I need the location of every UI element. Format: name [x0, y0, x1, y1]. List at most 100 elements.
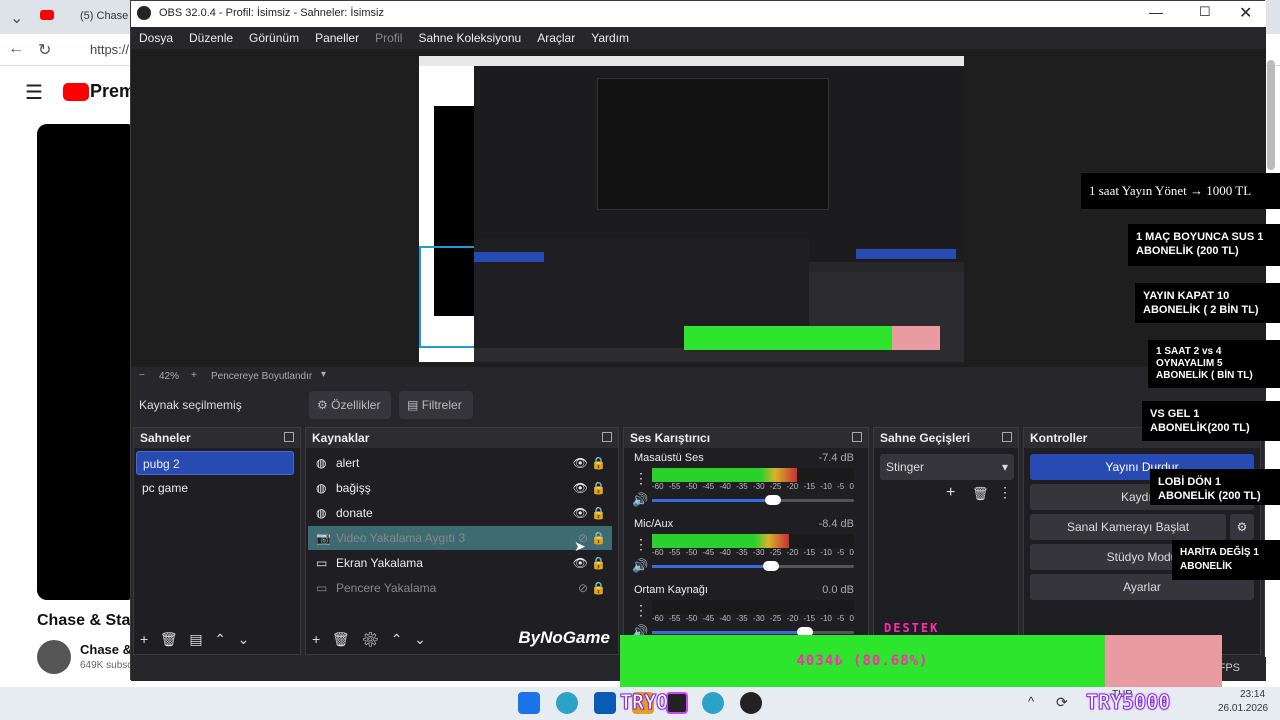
menu-duzenle[interactable]: Düzenle: [181, 27, 241, 49]
zoom-in-button[interactable]: +: [191, 370, 197, 381]
move-down-icon[interactable]: ⌄: [414, 631, 426, 647]
float-icon[interactable]: [1002, 432, 1012, 442]
donation-note: 1 SAAT 2 vs 4 OYNAYALIM 5 ABONELİK ( BİN…: [1148, 340, 1280, 388]
channel-name: Masaüstü Ses: [634, 452, 704, 464]
more-options-icon[interactable]: ⋮: [998, 484, 1012, 501]
menu-gorunum[interactable]: Görünüm: [241, 27, 307, 49]
back-arrow-icon[interactable]: ←: [8, 40, 24, 58]
clock-date[interactable]: 26.01.2026: [1218, 703, 1268, 714]
store-icon[interactable]: [594, 692, 616, 714]
zoom-dropdown-icon[interactable]: ▾: [321, 369, 326, 380]
lock-icon[interactable]: 🔒: [591, 476, 606, 500]
menu-sahne-koleksiyonu[interactable]: Sahne Koleksiyonu: [410, 27, 529, 49]
gear-icon[interactable]: ⚙: [361, 631, 379, 647]
windows-start-icon[interactable]: [518, 692, 540, 714]
add-icon[interactable]: +: [140, 631, 148, 647]
slider-handle[interactable]: [762, 561, 779, 571]
move-down-icon[interactable]: ⌄: [238, 631, 250, 647]
source-item[interactable]: ◍ donate 👁 🔒: [308, 501, 612, 525]
zoom-out-button[interactable]: −: [139, 370, 145, 381]
source-item[interactable]: ▭ Ekran Yakalama 👁 🔒: [308, 551, 612, 575]
slider-handle[interactable]: [765, 495, 782, 505]
eye-icon[interactable]: 👁: [573, 476, 588, 500]
video-player[interactable]: [37, 124, 137, 600]
speaker-icon[interactable]: 🔊: [632, 492, 648, 508]
scene-item[interactable]: pc game: [136, 476, 294, 500]
lock-icon[interactable]: 🔒: [591, 526, 606, 550]
scale-tick: -30: [752, 614, 765, 623]
scene-item[interactable]: pubg 2: [136, 451, 294, 475]
add-icon[interactable]: +: [946, 484, 955, 502]
virtual-camera-button[interactable]: Sanal Kamerayı Başlat: [1030, 514, 1226, 540]
lock-icon[interactable]: 🔒: [591, 576, 606, 600]
more-options-icon[interactable]: ⋮: [634, 536, 648, 553]
menu-dosya[interactable]: Dosya: [131, 27, 181, 49]
scale-tick: -20: [786, 482, 799, 491]
eye-icon[interactable]: 👁: [573, 451, 588, 475]
properties-button[interactable]: ⚙ Özellikler: [309, 391, 391, 419]
eye-hidden-icon[interactable]: ⊘: [578, 576, 588, 600]
volume-slider[interactable]: [652, 495, 854, 505]
edge-icon[interactable]: [702, 692, 724, 714]
reload-icon[interactable]: ↻: [38, 40, 51, 60]
try-overlay-text: TRYO: [619, 690, 669, 715]
speaker-icon[interactable]: 🔊: [632, 558, 648, 574]
eye-icon[interactable]: 👁: [573, 501, 588, 525]
source-item[interactable]: ◍ bağişş 👁 🔒: [308, 476, 612, 500]
filter-icon[interactable]: ▤: [189, 631, 202, 647]
capcut-icon[interactable]: [666, 692, 688, 714]
move-up-icon[interactable]: ⌃: [391, 631, 403, 647]
channel-avatar[interactable]: [37, 640, 71, 674]
channel-name[interactable]: Chase &: [80, 642, 132, 657]
add-icon[interactable]: +: [312, 631, 320, 647]
transition-select[interactable]: Stinger ▾: [880, 454, 1014, 480]
source-item[interactable]: 📷 Video Yakalama Aygıtı 3 ⊘ 🔒: [308, 526, 612, 550]
volume-slider[interactable]: [652, 561, 854, 571]
lock-icon[interactable]: 🔒: [591, 501, 606, 525]
volume-slider[interactable]: [652, 627, 854, 637]
transitions-dock-title: Sahne Geçişleri: [874, 428, 1018, 448]
trash-icon[interactable]: 🗑: [972, 486, 989, 502]
virtual-camera-settings-button[interactable]: ⚙: [1230, 514, 1254, 540]
scale-tick: -5: [837, 614, 845, 623]
youtube-logo-icon: [63, 83, 89, 101]
donation-progress-text: 4034₺ (80.68%): [796, 653, 929, 669]
subscriber-count: 649K subsc: [80, 660, 133, 671]
edge-icon[interactable]: [556, 692, 578, 714]
menu-yardim[interactable]: Yardım: [583, 27, 637, 49]
move-up-icon[interactable]: ⌃: [214, 631, 226, 647]
scale-tick: -60: [652, 548, 664, 557]
obs-logo-icon: [137, 6, 151, 20]
page-scrollbar[interactable]: [1267, 60, 1275, 170]
bynogame-logo: ByNoGame: [518, 628, 610, 647]
lock-icon[interactable]: 🔒: [591, 551, 606, 575]
hamburger-menu-icon[interactable]: ☰: [25, 80, 43, 105]
volume-meter-fill: [652, 468, 798, 482]
more-options-icon[interactable]: ⋮: [634, 470, 648, 487]
clock-time[interactable]: 23:14: [1240, 689, 1265, 700]
lock-icon[interactable]: 🔒: [591, 451, 606, 475]
sync-icon[interactable]: ⟳: [1056, 694, 1068, 711]
trash-icon[interactable]: 🗑: [332, 631, 350, 647]
filters-button[interactable]: ▤ Filtreler: [399, 391, 473, 419]
float-icon[interactable]: [284, 432, 294, 442]
scale-tick: -15: [803, 614, 816, 623]
obs-taskbar-icon[interactable]: [740, 692, 762, 714]
maximize-icon[interactable]: ☐: [1199, 4, 1211, 20]
source-item[interactable]: ◍ alert 👁 🔒: [308, 451, 612, 475]
chevron-up-icon[interactable]: ^: [1028, 694, 1034, 709]
menu-araclar[interactable]: Araçlar: [529, 27, 583, 49]
zoom-fit-label[interactable]: Pencereye Boyutlandır: [211, 371, 312, 382]
address-input[interactable]: https://: [90, 42, 129, 57]
menu-profil[interactable]: Profil: [367, 27, 410, 49]
float-icon[interactable]: [852, 432, 862, 442]
source-item[interactable]: ▭ Pencere Yakalama ⊘ 🔒: [308, 576, 612, 600]
menu-paneller[interactable]: Paneller: [307, 27, 367, 49]
minimize-icon[interactable]: —: [1149, 4, 1163, 20]
float-icon[interactable]: [602, 432, 612, 442]
more-options-icon[interactable]: ⋮: [634, 602, 648, 619]
chevron-down-icon[interactable]: ⌄: [10, 8, 23, 28]
trash-icon[interactable]: 🗑: [160, 631, 178, 647]
close-icon[interactable]: ✕: [1239, 3, 1252, 23]
donation-note: HARİTA DEĞİŞ 1 ABONELİK: [1172, 540, 1280, 580]
